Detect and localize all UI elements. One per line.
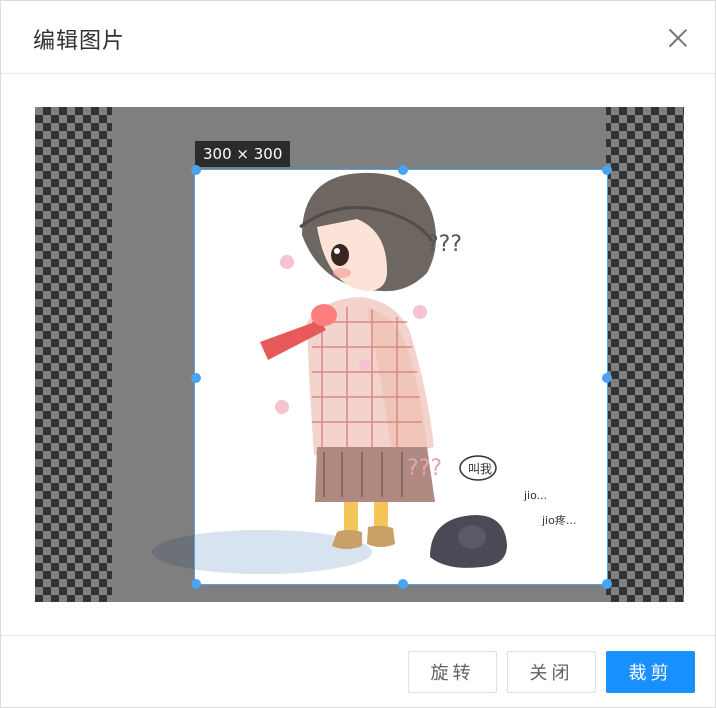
edit-image-dialog: 编辑图片 ??? ??? 叫我 jio... jio疼... 300 × 300… xyxy=(0,0,716,708)
crop-text-qs-mid: ??? xyxy=(407,456,442,481)
rotate-button[interactable]: 旋转 xyxy=(408,651,497,693)
crop-handle-top-left[interactable] xyxy=(191,165,201,175)
crop-text-bubble: 叫我 xyxy=(468,462,492,476)
crop-text-jio2: jio疼... xyxy=(541,513,576,527)
dialog-title: 编辑图片 xyxy=(33,29,126,54)
crop-handle-top-right[interactable] xyxy=(602,165,612,175)
crop-size-label: 300 × 300 xyxy=(195,141,291,167)
crop-handle-top[interactable] xyxy=(398,165,408,175)
crop-preview-image: ??? ??? 叫我 jio... jio疼... xyxy=(195,172,576,574)
crop-handle-left[interactable] xyxy=(191,373,201,383)
crop-button[interactable]: 裁剪 xyxy=(606,651,695,693)
close-icon[interactable] xyxy=(665,25,691,51)
dialog-header: 编辑图片 xyxy=(1,1,715,74)
crop-text-jio1: jio... xyxy=(523,489,547,502)
crop-stage[interactable]: ??? ??? 叫我 jio... jio疼... 300 × 300 xyxy=(35,107,684,602)
crop-text-qs-top: ??? xyxy=(427,232,462,257)
crop-handle-right[interactable] xyxy=(602,373,612,383)
close-button[interactable]: 关闭 xyxy=(507,651,596,693)
crop-handle-bottom-left[interactable] xyxy=(191,579,201,589)
crop-handle-bottom-right[interactable] xyxy=(602,579,612,589)
crop-handle-bottom[interactable] xyxy=(398,579,408,589)
crop-box[interactable]: ??? ??? 叫我 jio... jio疼... xyxy=(194,169,608,585)
